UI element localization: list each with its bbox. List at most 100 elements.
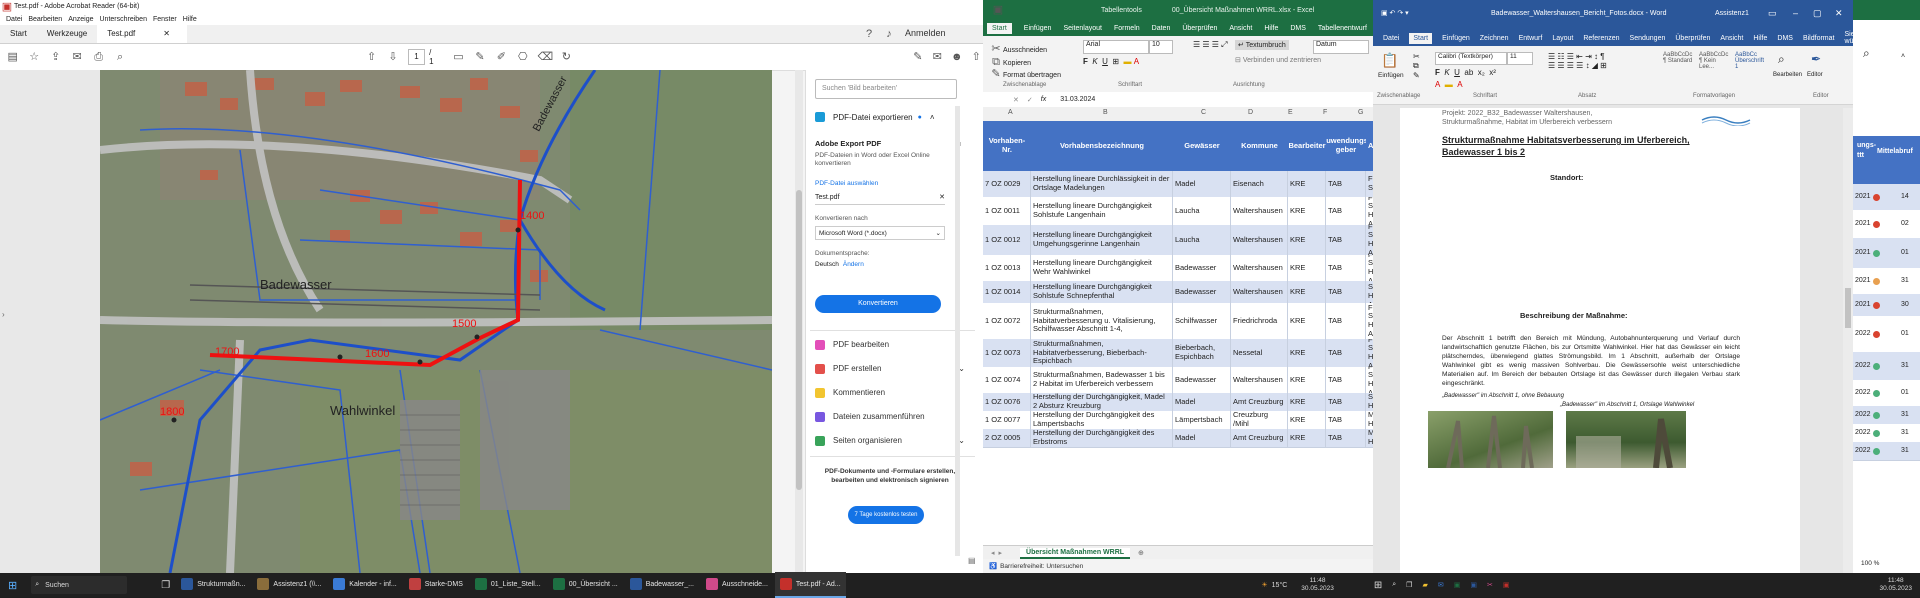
table-cell-name[interactable]: Herstellung der Durchgängigkeit, Madel 2…: [1031, 393, 1173, 411]
table-cell-an[interactable]: Fr. S Hr. A: [1366, 281, 1373, 303]
close-icon[interactable]: ✕: [1835, 8, 1843, 19]
xl-tab-einfuegen[interactable]: Einfügen: [1024, 25, 1052, 32]
wd-tab-ueberpruefen[interactable]: Überprüfen: [1675, 35, 1710, 42]
export-pdf-header[interactable]: PDF-Datei exportieren ● ˄: [815, 112, 965, 122]
bell-icon[interactable]: ♪: [882, 27, 896, 41]
selected-file-field[interactable]: Test.pdf ✕: [815, 190, 945, 205]
wd-tab-start[interactable]: Start: [1409, 32, 1433, 44]
xl-tab-hilfe[interactable]: Hilfe: [1264, 25, 1278, 32]
print-icon[interactable]: ⎙: [92, 50, 105, 64]
italic-icon[interactable]: K: [1092, 57, 1097, 66]
wd-editor-label[interactable]: Editor: [1807, 72, 1823, 78]
wd-underline-icon[interactable]: U: [1454, 68, 1460, 77]
highlight-icon[interactable]: ✐: [495, 50, 508, 64]
table-cell-an[interactable]: Fr. M Hr. A: [1366, 429, 1373, 447]
tb-word-icon[interactable]: ▣: [1470, 581, 1477, 589]
wd-tab-einfuegen[interactable]: Einfügen: [1442, 35, 1470, 42]
panel-collapse-icon[interactable]: ▤: [968, 556, 976, 565]
tb-acrobat-icon[interactable]: ▣: [1503, 581, 1510, 589]
header-kommune[interactable]: Kommune: [1231, 121, 1288, 171]
tb-search-icon[interactable]: ⌕: [1392, 581, 1396, 589]
header-gewaesser[interactable]: Gewässer: [1173, 121, 1231, 171]
wd-tab-zeichnen[interactable]: Zeichnen: [1480, 35, 1509, 42]
tools-search-input[interactable]: Suchen 'Bild bearbeiten': [815, 79, 957, 99]
wd-edit-icon[interactable]: ⌕: [1778, 52, 1785, 67]
wd-subscript-icon[interactable]: x₂: [1478, 68, 1485, 77]
table-cell-nr[interactable]: 1 OZ 0072: [983, 303, 1031, 339]
tab-werkzeuge[interactable]: Werkzeuge: [37, 25, 97, 43]
table-cell-nr[interactable]: 2 OZ 0005: [983, 429, 1031, 447]
menu-fenster[interactable]: Fenster: [153, 16, 177, 23]
wd-text-effect-icon[interactable]: A: [1457, 80, 1462, 89]
wd-tab-ansicht[interactable]: Ansicht: [1720, 35, 1743, 42]
table-row[interactable]: 1 OZ 0014 Herstellung lineare Durchgängig…: [983, 281, 1373, 304]
paste-icon[interactable]: 📋: [1381, 52, 1398, 69]
table-cell-gew[interactable]: Badewasser: [1173, 281, 1231, 303]
table-cell-zuw[interactable]: TAB: [1326, 339, 1366, 367]
xl-tab-tabellenentwurf[interactable]: Tabellenentwurf: [1318, 25, 1367, 32]
taskbar-app[interactable]: Badewasser_...: [625, 572, 699, 596]
task-view-icon[interactable]: ❐: [161, 580, 170, 591]
table-cell-nr[interactable]: 1 OZ 0013: [983, 255, 1031, 281]
add-sheet-icon[interactable]: ⊕: [1138, 549, 1144, 557]
menu-anzeige[interactable]: Anzeige: [68, 16, 93, 23]
table-cell-zuw[interactable]: TAB: [1326, 171, 1366, 197]
xl-font-name-select[interactable]: Arial: [1083, 40, 1149, 54]
bold-icon[interactable]: F: [1083, 57, 1088, 66]
table-row[interactable]: 1 OZ 0077 Herstellung der Durchgängigkeit…: [983, 411, 1373, 430]
taskbar-app[interactable]: Strukturmaßn...: [176, 572, 250, 596]
word-user[interactable]: Assistenz1: [1715, 10, 1749, 17]
change-language-link[interactable]: Ändern: [843, 261, 864, 268]
table-cell-kom[interactable]: Creuzburg /Mihl: [1231, 411, 1288, 429]
table-cell-kom[interactable]: Amt Creuzburg: [1231, 429, 1288, 447]
wd-strike-icon[interactable]: ab: [1464, 68, 1473, 77]
table-cell-bea[interactable]: KRE: [1288, 429, 1326, 447]
table-cell-bea[interactable]: KRE: [1288, 255, 1326, 281]
taskbar-app[interactable]: 01_Liste_Stell...: [470, 572, 546, 596]
col-f[interactable]: F: [1323, 109, 1327, 116]
table-cell-nr[interactable]: 1 OZ 0073: [983, 339, 1031, 367]
table-cell-nr[interactable]: 1 OZ 0011: [983, 197, 1031, 225]
xl-align-icons[interactable]: ☰ ☰ ☰ ⤢: [1193, 40, 1228, 50]
table-cell-gew[interactable]: Badewasser: [1173, 367, 1231, 393]
expand-left-icon[interactable]: ›: [2, 310, 5, 319]
next-sheet-icon[interactable]: ▸: [999, 549, 1003, 557]
chevron-up-icon[interactable]: ˄: [930, 113, 935, 122]
pen-icon[interactable]: ✎: [473, 50, 486, 64]
wd-tab-layout[interactable]: Layout: [1552, 35, 1573, 42]
taskbar-app[interactable]: Starke-DMS: [404, 572, 468, 596]
table-cell-bea[interactable]: KRE: [1288, 393, 1326, 411]
table-cell-nr[interactable]: 1 OZ 0014: [983, 281, 1031, 303]
photo-1[interactable]: [1428, 411, 1553, 469]
table-cell-zuw[interactable]: TAB: [1326, 411, 1366, 429]
upload-icon[interactable]: ⇪: [49, 50, 62, 64]
strip-row[interactable]: 2022 31: [1853, 352, 1920, 381]
wd-tab-sendungen[interactable]: Sendungen: [1630, 35, 1666, 42]
ribbon-display-icon[interactable]: ▭: [1768, 8, 1777, 19]
wd-tab-dms[interactable]: DMS: [1777, 35, 1793, 42]
tool-comment[interactable]: Kommentieren: [815, 388, 885, 398]
table-cell-an[interactable]: Fr. S Hr. A: [1366, 339, 1373, 367]
table-cell-bea[interactable]: KRE: [1288, 339, 1326, 367]
xl-tab-ansicht[interactable]: Ansicht: [1229, 25, 1252, 32]
col-d[interactable]: D: [1248, 109, 1253, 116]
wd-tab-entwurf[interactable]: Entwurf: [1519, 35, 1543, 42]
tb-taskview-icon[interactable]: ❐: [1406, 581, 1412, 589]
taskbar-search-box[interactable]: ⌕ Suchen: [31, 576, 128, 594]
wd-font-size-select[interactable]: 11: [1507, 52, 1533, 65]
taskbar-app[interactable]: Assistenz1 (\\...: [252, 572, 326, 596]
table-cell-bea[interactable]: KRE: [1288, 367, 1326, 393]
tb-explorer-icon[interactable]: ▰: [1422, 581, 1427, 589]
table-cell-kom[interactable]: Waltershausen: [1231, 281, 1288, 303]
table-cell-an[interactable]: Fr. S Hr. A: [1366, 303, 1373, 339]
paste-label[interactable]: Einfügen: [1378, 72, 1404, 79]
table-cell-gew[interactable]: Madel: [1173, 429, 1231, 447]
account-icon[interactable]: ☻: [950, 50, 963, 64]
table-cell-bea[interactable]: KRE: [1288, 171, 1326, 197]
table-cell-kom[interactable]: Friedrichroda: [1231, 303, 1288, 339]
table-cell-kom[interactable]: Waltershausen: [1231, 255, 1288, 281]
wd-clip-icons[interactable]: ✂ ⧉ ✎: [1413, 52, 1420, 80]
page-number-input[interactable]: 1: [407, 49, 426, 65]
convert-format-select[interactable]: Microsoft Word (*.docx) ⌄: [815, 226, 945, 240]
clock-2[interactable]: 11:48 30.05.2023: [1879, 577, 1912, 593]
